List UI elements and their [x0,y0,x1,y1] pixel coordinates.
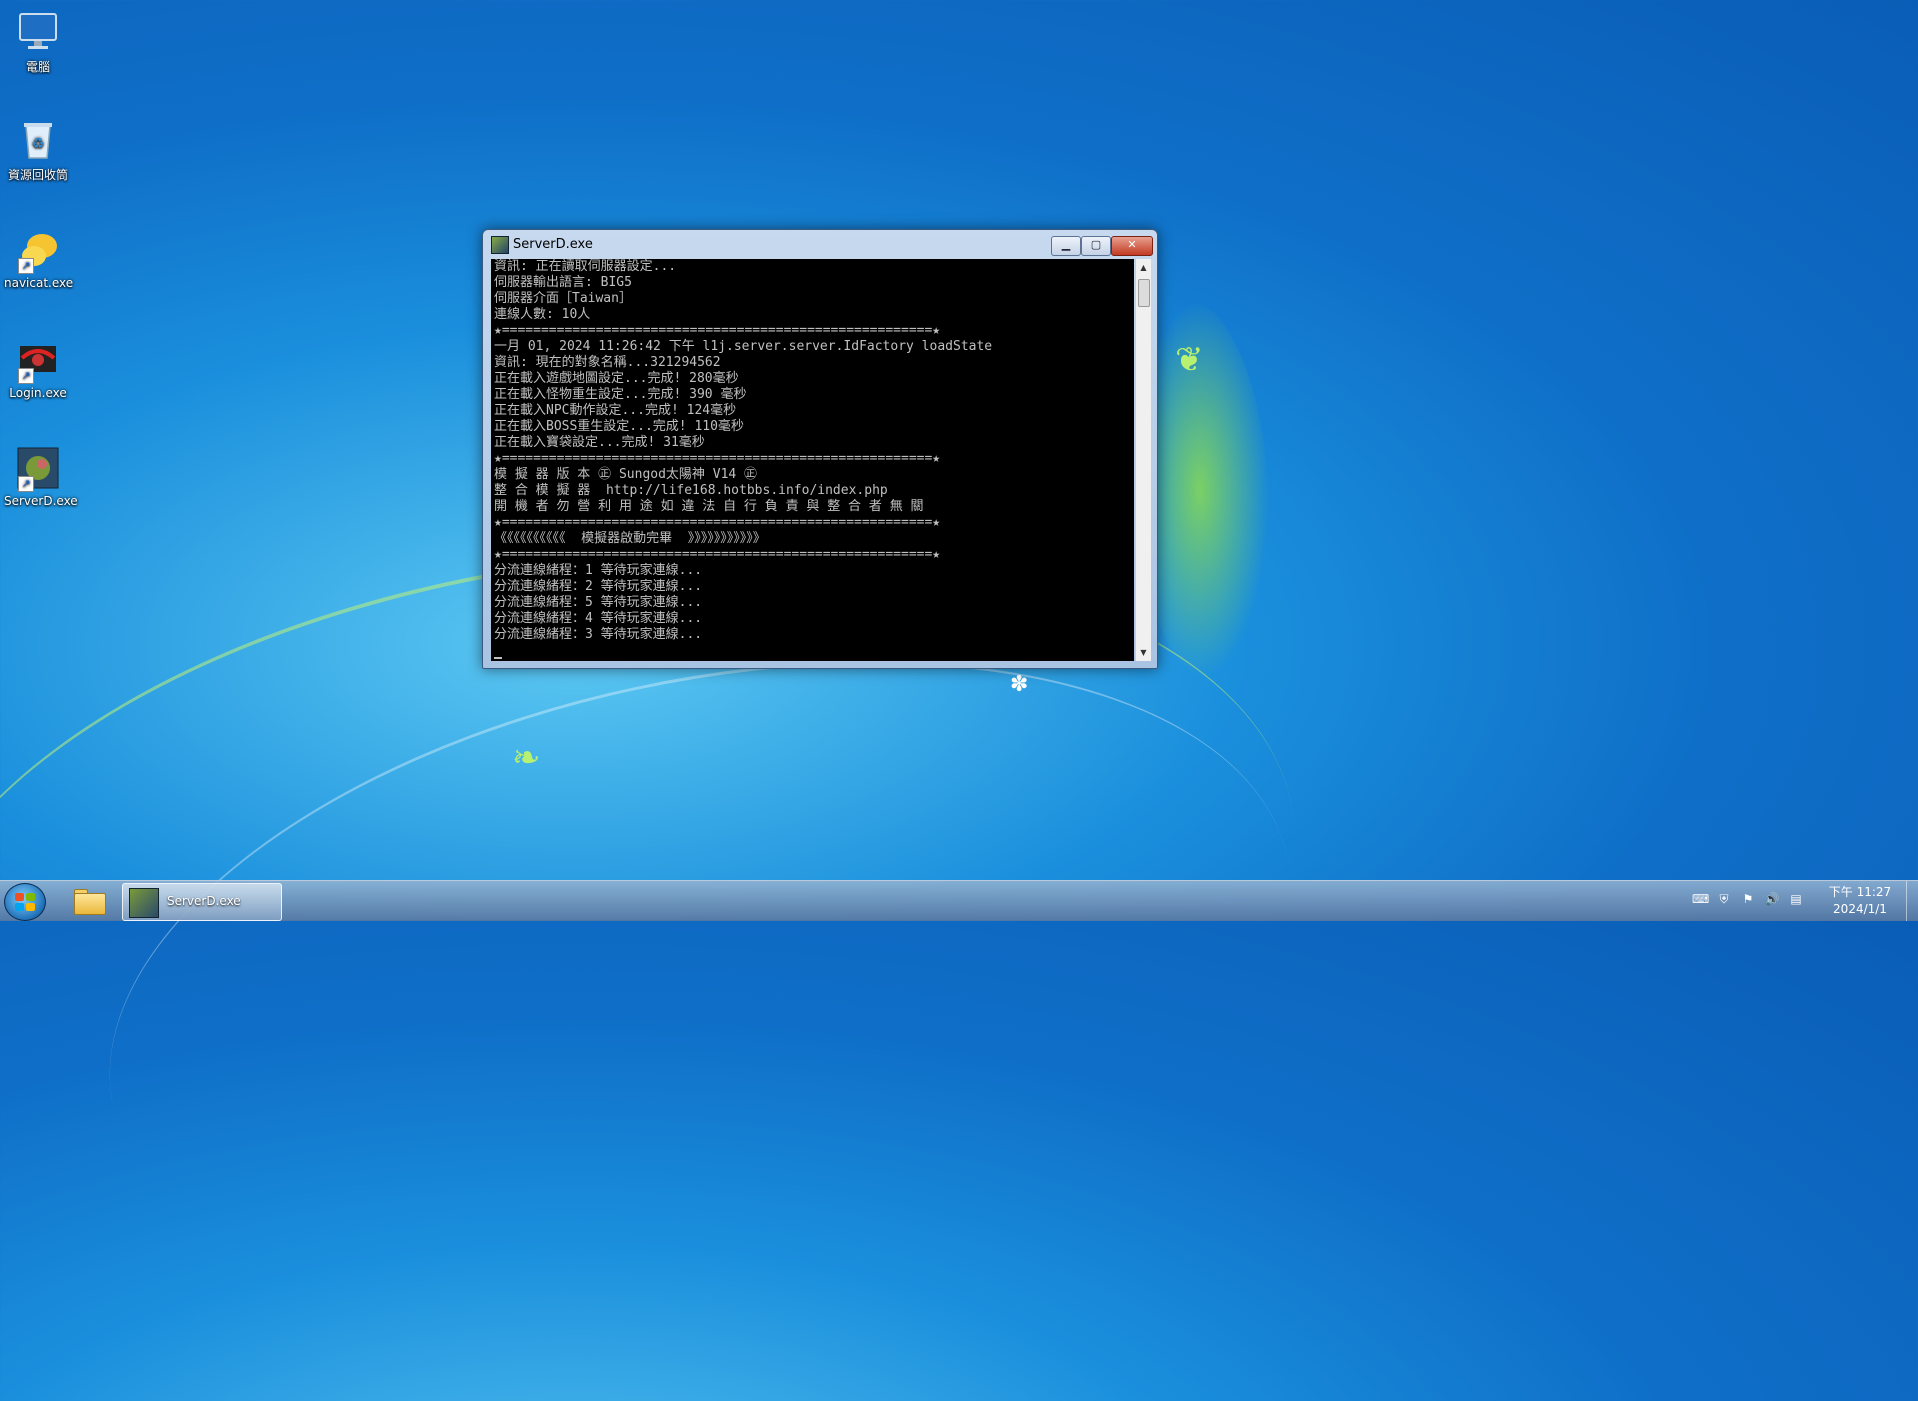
maximize-button[interactable]: ▢ [1081,236,1111,256]
login-app-icon: ↗ [16,338,60,384]
app-icon [491,236,509,254]
minimize-button[interactable]: ▁ [1051,236,1081,256]
system-tray: ⌨ ⛨ ⚑ 🔊 ▤ [1692,891,1804,911]
desktop-icon-label: 資源回收筒 [7,168,68,182]
windows-logo-icon [15,893,35,911]
security-shield-icon[interactable]: ⛨ [1716,891,1732,907]
start-button[interactable] [4,883,46,921]
scroll-up-icon[interactable]: ▲ [1136,259,1151,276]
desktop-icon-recycle-bin[interactable]: ♻ 資源回收筒 [4,118,72,183]
volume-icon[interactable]: 🔊 [1764,891,1780,907]
clock-time: 下午 11:27 [1828,885,1892,899]
vertical-scrollbar[interactable]: ▲ ▼ [1135,259,1151,661]
console-line: 模 擬 器 版 本 ㊣ Sungod太陽神 V14 ㊣ [494,467,758,482]
console-output[interactable]: 資訊: 正在讀取伺服器設定... 伺服器輸出語言: BIG5 伺服器介面［Tai… [491,259,1134,661]
console-line: 一月 01, 2024 11:26:42 下午 l1j.server.serve… [494,339,993,354]
console-line: 整 合 模 擬 器 http://life168.hotbbs.info/ind… [494,483,888,498]
desktop-icon-label: Login.exe [9,386,67,400]
wallpaper-leaf: ❧ [512,738,541,778]
console-line: 分流連線緒程：4 等待玩家連線... [494,611,703,626]
shortcut-arrow-icon: ↗ [18,258,34,274]
console-line: 連線人數: 10人 [494,307,591,322]
console-line: 分流連線緒程：5 等待玩家連線... [494,595,703,610]
folder-icon-body [74,893,106,915]
keyboard-icon[interactable]: ⌨ [1692,891,1709,907]
console-line: 正在載入遊戲地圖設定...完成! 280毫秒 [494,371,739,386]
console-line: 分流連線緒程：2 等待玩家連線... [494,579,703,594]
shortcut-arrow-icon: ↗ [18,476,34,492]
desktop-icon-navicat[interactable]: ↗ navicat.exe [4,228,74,290]
console-line: 正在載入怪物重生設定...完成! 390 毫秒 [494,387,747,402]
svg-text:♻: ♻ [32,136,45,152]
taskbar: ServerD.exe ⌨ ⛨ ⚑ 🔊 ▤ 下午 11:27 2024/1/1 [0,880,1918,921]
serverd-app-icon: ↗ [16,446,60,492]
window-title: ServerD.exe [513,237,593,252]
console-cursor [494,657,502,659]
close-button[interactable]: ✕ [1111,236,1153,256]
console-line: 正在載入NPC動作設定...完成! 124毫秒 [494,403,737,418]
console-line: 伺服器介面［Taiwan］ [494,291,632,306]
navicat-icon: ↗ [16,228,60,274]
file-explorer-button[interactable] [68,885,108,917]
console-line: 《《《《《《《《《《 模擬器啟動完畢 》》》》》》》》》》》 [494,531,766,546]
network-icon[interactable]: ▤ [1788,891,1804,907]
console-line: 分流連線緒程：3 等待玩家連線... [494,627,703,642]
taskbar-app-serverd[interactable]: ServerD.exe [122,883,282,921]
clock-date: 2024/1/1 [1833,902,1887,916]
scrollbar-thumb[interactable] [1138,279,1150,307]
console-line: 分流連線緒程：1 等待玩家連線... [494,563,703,578]
serverd-app-icon [129,888,159,918]
desktop-icon-label: 電腦 [25,60,50,74]
console-window[interactable]: ServerD.exe ▁ ▢ ✕ 資訊: 正在讀取伺服器設定... 伺服器輸出… [482,229,1158,669]
scroll-down-icon[interactable]: ▼ [1136,644,1151,661]
taskbar-app-label: ServerD.exe [167,894,241,908]
console-line: 開 機 者 勿 營 利 用 途 如 違 法 自 行 負 責 與 整 合 者 無 … [494,499,924,514]
desktop-icon-label: navicat.exe [4,276,74,290]
console-line: 正在載入寶袋設定...完成! 31毫秒 [494,435,705,450]
desktop-icon-label: ServerD.exe [4,494,78,508]
computer-icon [16,10,60,54]
wallpaper-flower: ✽ [1010,672,1029,697]
console-line: ★=======================================… [494,515,941,530]
show-desktop-button[interactable] [1906,881,1918,921]
console-line: ★=======================================… [494,547,941,562]
console-line: 正在載入BOSS重生設定...完成! 110毫秒 [494,419,744,434]
console-line: ★=======================================… [494,451,941,466]
desktop-icon-login[interactable]: ↗ Login.exe [4,338,72,400]
console-line: 資訊: 現在的對象名稱...321294562 [494,355,721,370]
recycle-bin-icon: ♻ [16,118,60,162]
console-line: ★=======================================… [494,323,941,338]
desktop-icon-computer[interactable]: 電腦 [4,10,72,75]
taskbar-clock[interactable]: 下午 11:27 2024/1/1 [1820,884,1900,918]
desktop-icon-serverd[interactable]: ↗ ServerD.exe [4,446,78,508]
shortcut-arrow-icon: ↗ [18,368,34,384]
console-line: 資訊: 正在讀取伺服器設定... [494,259,677,274]
action-center-flag-icon[interactable]: ⚑ [1740,891,1756,907]
console-line: 伺服器輸出語言: BIG5 [494,275,632,290]
wallpaper-butterfly: ❦ [1175,340,1204,380]
window-titlebar[interactable]: ServerD.exe ▁ ▢ ✕ [483,230,1157,258]
